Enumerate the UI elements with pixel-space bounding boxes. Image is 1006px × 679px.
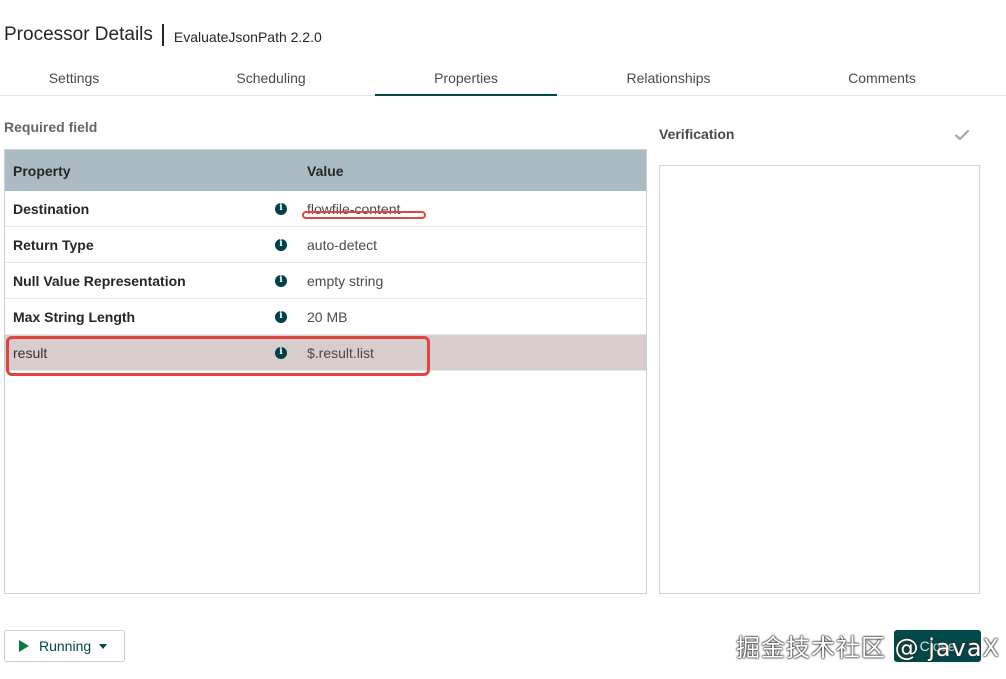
annotation-underline (302, 211, 426, 219)
processor-type: EvaluateJsonPath 2.2.0 (173, 29, 322, 45)
property-value[interactable]: 20 MB (303, 309, 347, 325)
run-status-button[interactable]: Running (4, 630, 125, 662)
table-row[interactable]: Return Type i auto-detect (5, 227, 646, 263)
property-name: Destination (13, 200, 90, 217)
play-icon (19, 640, 29, 652)
check-icon[interactable] (954, 127, 970, 143)
info-icon[interactable]: i (275, 310, 287, 323)
tab-comments[interactable]: Comments (780, 60, 984, 95)
table-row[interactable]: Max String Length i 20 MB (5, 299, 646, 335)
tab-properties[interactable]: Properties (375, 60, 557, 96)
annotation-highlight-box (6, 336, 430, 376)
property-name: Return Type (13, 236, 94, 253)
table-row[interactable]: Destination i flowfile-content (5, 191, 646, 227)
info-icon[interactable]: i (275, 238, 287, 251)
property-value[interactable]: empty string (303, 273, 383, 289)
table-header: Property Value (5, 150, 646, 191)
tab-bar: Settings Scheduling Properties Relations… (0, 60, 1006, 96)
property-name: Max String Length (13, 308, 136, 325)
column-header-value[interactable]: Value (303, 163, 344, 179)
tab-relationships[interactable]: Relationships (557, 60, 780, 95)
run-status-label: Running (39, 638, 92, 654)
watermark: 掘金技术社区 @ javaX (736, 634, 1000, 662)
verification-title: Verification (659, 126, 735, 142)
property-value[interactable]: auto-detect (303, 237, 377, 253)
info-icon[interactable]: i (275, 274, 287, 287)
table-row[interactable]: Null Value Representation i empty string (5, 263, 646, 299)
verification-panel (659, 165, 980, 594)
title-separator (161, 24, 164, 46)
required-field-label: Required field (4, 119, 98, 135)
info-icon[interactable]: i (275, 202, 287, 215)
tab-scheduling[interactable]: Scheduling (148, 60, 394, 95)
dialog-header: Processor Details EvaluateJsonPath 2.2.0 (4, 24, 322, 46)
property-name: Null Value Representation (13, 272, 186, 289)
tab-settings[interactable]: Settings (0, 60, 148, 95)
dialog-title: Processor Details (4, 24, 153, 45)
caret-down-icon (99, 643, 108, 649)
column-header-property[interactable]: Property (5, 163, 303, 179)
